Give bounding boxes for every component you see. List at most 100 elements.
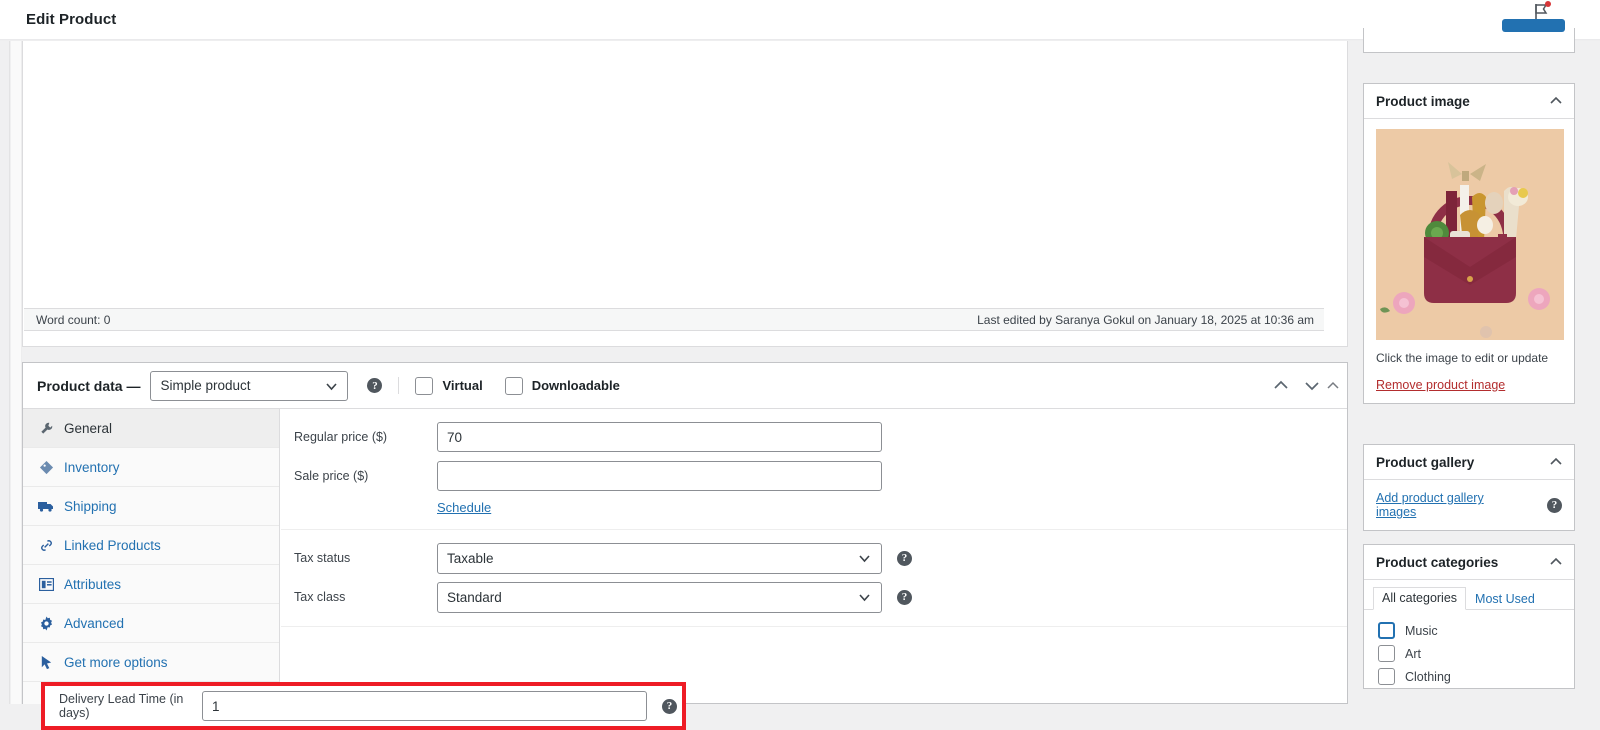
- product-gallery-panel: Product gallery Add product gallery imag…: [1363, 444, 1575, 531]
- sale-price-row: Sale price ($): [281, 459, 1347, 493]
- tab-advanced-label: Advanced: [64, 615, 125, 631]
- move-down-icon[interactable]: [1303, 378, 1321, 396]
- downloadable-label: Downloadable: [531, 378, 620, 393]
- admin-topbar: Edit Product Activity: [0, 0, 1600, 39]
- category-checkbox-art[interactable]: [1378, 645, 1395, 662]
- delivery-lead-time-help-icon[interactable]: ?: [662, 698, 677, 714]
- schedule-link[interactable]: Schedule: [437, 500, 491, 515]
- regular-price-row: Regular price ($) 70: [281, 420, 1347, 454]
- tax-class-select[interactable]: Standard: [437, 581, 882, 613]
- category-checkbox-music[interactable]: [1378, 622, 1395, 639]
- sale-price-input[interactable]: [437, 461, 882, 491]
- gear-icon: [37, 615, 55, 631]
- product-gallery-collapse-icon[interactable]: [1548, 456, 1564, 468]
- product-categories-list: Music Art Clothing: [1364, 610, 1574, 688]
- product-type-value: Simple product: [160, 378, 251, 393]
- product-image-header: Product image: [1364, 84, 1574, 119]
- tab-all-categories[interactable]: All categories: [1373, 587, 1467, 610]
- category-label-art: Art: [1405, 646, 1421, 661]
- delivery-lead-time-label: Delivery Lead Time (in days): [59, 692, 184, 720]
- sidebar: Product image Click the image to edit or…: [1363, 19, 1577, 704]
- tab-linked-products[interactable]: Linked Products: [23, 526, 279, 565]
- move-up-icon[interactable]: [1272, 378, 1290, 396]
- tax-status-select[interactable]: Taxable: [437, 542, 882, 574]
- tax-class-help-icon[interactable]: ?: [897, 589, 912, 605]
- product-gallery-title: Product gallery: [1376, 454, 1475, 470]
- tax-status-label: Tax status: [294, 551, 351, 565]
- product-data-tabs: General Inventory Shipping Linked Produc…: [23, 409, 280, 704]
- tag-icon: [37, 460, 55, 475]
- category-checkbox-clothing[interactable]: [1378, 668, 1395, 685]
- tab-inventory-label: Inventory: [64, 459, 120, 475]
- category-item-music[interactable]: Music: [1378, 619, 1574, 642]
- tax-status-value: Taxable: [447, 550, 494, 566]
- regular-price-input[interactable]: 70: [437, 422, 882, 452]
- product-gallery-help-icon[interactable]: ?: [1547, 497, 1562, 513]
- truck-icon: [37, 499, 55, 513]
- product-type-select[interactable]: Simple product: [150, 370, 349, 401]
- product-image-title: Product image: [1376, 93, 1470, 109]
- tax-field-group: Tax status Taxable ? Tax class Standard: [281, 530, 1347, 627]
- page-title: Edit Product: [26, 11, 117, 28]
- tax-status-help-icon[interactable]: ?: [897, 550, 912, 566]
- tab-inventory[interactable]: Inventory: [23, 448, 279, 487]
- downloadable-checkbox-group[interactable]: Downloadable: [504, 376, 620, 395]
- product-data-panel: Product data — Simple product ? Virtual …: [22, 362, 1348, 730]
- tab-shipping[interactable]: Shipping: [23, 487, 279, 526]
- tab-get-more-options[interactable]: Get more options: [23, 643, 279, 682]
- product-image-collapse-icon[interactable]: [1548, 95, 1564, 107]
- editor-statusbar: Word count: 0 Last edited by Saranya Gok…: [24, 309, 1324, 331]
- delivery-lead-time-highlight: Delivery Lead Time (in days) 1 ?: [41, 682, 686, 730]
- tab-attributes[interactable]: Attributes: [23, 565, 279, 604]
- product-categories-collapse-icon[interactable]: [1548, 556, 1564, 568]
- product-type-help-icon[interactable]: ?: [367, 378, 383, 393]
- product-gallery-header: Product gallery: [1364, 445, 1574, 480]
- panel-collapse-toggle-icon[interactable]: [1325, 380, 1341, 395]
- chevron-down-icon: [325, 380, 338, 396]
- regular-price-label: Regular price ($): [294, 430, 388, 444]
- header-divider: [398, 377, 400, 394]
- product-gallery-body: Add product gallery images ?: [1364, 480, 1574, 530]
- product-data-title: Product data —: [37, 377, 141, 394]
- product-image-body: Click the image to edit or update Remove…: [1364, 119, 1574, 403]
- virtual-checkbox-group[interactable]: Virtual: [415, 376, 483, 395]
- category-item-clothing[interactable]: Clothing: [1378, 665, 1574, 688]
- chevron-down-icon: [858, 552, 871, 568]
- product-image-panel: Product image Click the image to edit or…: [1363, 83, 1575, 404]
- product-data-header: Product data — Simple product ? Virtual …: [23, 363, 1347, 409]
- tab-attributes-label: Attributes: [64, 576, 122, 592]
- tax-class-label: Tax class: [294, 590, 346, 604]
- virtual-checkbox[interactable]: [415, 376, 434, 395]
- right-scroll-gutter[interactable]: [1589, 41, 1600, 704]
- editor-canvas[interactable]: [24, 41, 1324, 309]
- category-label-clothing: Clothing: [1405, 669, 1451, 684]
- cursor-icon: [37, 655, 55, 670]
- last-edited-text: Last edited by Saranya Gokul on January …: [977, 312, 1314, 327]
- product-data-body: General Inventory Shipping Linked Produc…: [23, 409, 1347, 704]
- product-categories-title: Product categories: [1376, 554, 1499, 570]
- product-image-thumbnail[interactable]: [1376, 129, 1564, 340]
- tab-general[interactable]: General: [23, 409, 279, 448]
- product-image-hint: Click the image to edit or update: [1376, 351, 1549, 365]
- product-description-editor: Word count: 0 Last edited by Saranya Gok…: [22, 41, 1348, 347]
- product-categories-tabs: All categories Most Used: [1364, 580, 1574, 610]
- admin-menu-gutter: [0, 41, 10, 704]
- link-icon: [37, 538, 55, 553]
- remove-product-image-link[interactable]: Remove product image: [1376, 378, 1505, 392]
- downloadable-checkbox[interactable]: [504, 376, 523, 395]
- tab-advanced[interactable]: Advanced: [23, 604, 279, 643]
- attributes-icon: [37, 577, 55, 591]
- add-product-gallery-images-link[interactable]: Add product gallery images: [1376, 491, 1523, 519]
- category-label-music: Music: [1405, 623, 1438, 638]
- wrench-icon: [37, 421, 55, 436]
- admin-menu-gutter-inner: [11, 41, 22, 704]
- product-categories-panel: Product categories All categories Most U…: [1363, 544, 1575, 689]
- tab-get-more-options-label: Get more options: [64, 654, 168, 670]
- category-item-art[interactable]: Art: [1378, 642, 1574, 665]
- publish-panel-stub: [1363, 19, 1575, 53]
- schedule-row: Schedule: [281, 497, 1347, 517]
- update-button[interactable]: [1502, 19, 1565, 32]
- tab-most-used[interactable]: Most Used: [1466, 588, 1544, 610]
- delivery-lead-time-input[interactable]: 1: [202, 691, 647, 721]
- product-categories-header: Product categories: [1364, 545, 1574, 580]
